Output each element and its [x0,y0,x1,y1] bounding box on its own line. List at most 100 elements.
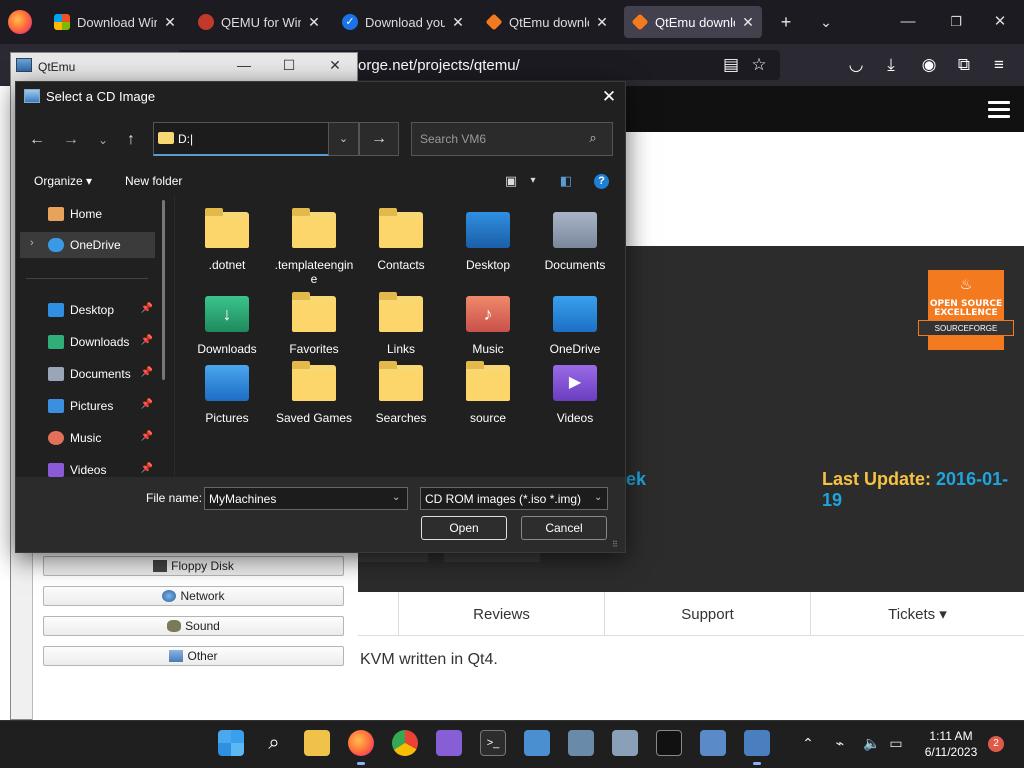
downloads-icon[interactable]: ⤓ [880,54,902,76]
firefox-menu-icon[interactable] [8,10,32,34]
cancel-button[interactable]: Cancel [521,516,607,540]
browser-tab-5-active[interactable]: QtEmu downloa ✕ [624,6,762,38]
tab-close-icon[interactable]: ✕ [308,14,320,31]
nav-item-desktop[interactable]: Desktop 📌 [20,297,155,323]
extensions-icon[interactable]: ⧉ [953,54,975,76]
qtemu-close-icon[interactable]: ✕ [325,57,345,73]
restore-icon[interactable]: ❐ [944,12,968,32]
qtemu-maximize-icon[interactable]: ☐ [279,57,299,73]
tab-close-icon[interactable]: ✕ [742,14,754,31]
file-item-searches[interactable]: Searches [361,361,441,445]
file-name-input[interactable]: MyMachines [204,487,408,510]
address-text[interactable]: D:| [178,132,193,146]
pin-icon[interactable]: 📌 [141,367,153,378]
speaker-tray-icon[interactable]: 🔈 [862,733,882,753]
remote-desktop-icon[interactable] [568,730,594,756]
chrome-icon[interactable] [392,730,418,756]
browser-tab-1[interactable]: Download Wind ✕ [46,6,184,38]
tab-reviews[interactable]: Reviews [398,592,604,636]
qtemu-minimize-icon[interactable]: — [234,57,254,73]
file-item-favorites[interactable]: Favorites [274,292,354,376]
url-text[interactable]: orge.net/projects/qtemu/ [358,57,520,74]
close-window-icon[interactable]: ✕ [988,12,1012,32]
file-item-dotnet[interactable]: .dotnet [187,208,267,292]
browser-tab-3[interactable]: ✓ Download your ✕ [334,6,472,38]
organize-button[interactable]: Organize ▾ [34,174,92,188]
tab-support[interactable]: Support [604,592,810,636]
file-item-music[interactable]: ♪ Music [448,296,528,376]
reader-view-icon[interactable]: ▤ [720,54,742,76]
file-item-onedrive[interactable]: OneDrive [535,296,615,376]
file-type-dropdown-icon[interactable]: ⌄ [594,492,602,503]
file-item-contacts[interactable]: Contacts [361,208,441,292]
search-input[interactable]: Search VM6 [411,122,613,156]
nav-pane-scrollbar[interactable] [162,200,165,380]
file-item-downloads[interactable]: ↓ Downloads [187,296,267,376]
network-button[interactable]: Network [43,586,344,606]
performance-monitor-icon[interactable] [700,730,726,756]
file-item-videos[interactable]: ▶ Videos [535,365,615,445]
file-item-desktop[interactable]: Desktop [448,212,528,292]
file-type-select[interactable]: CD ROM images (*.iso *.img) [420,487,608,510]
start-menu-icon[interactable] [218,730,244,756]
address-dropdown-icon[interactable]: ⌄ [329,122,359,156]
browser-tab-2[interactable]: QEMU for Windo ✕ [190,6,328,38]
file-item-saved-games[interactable]: Saved Games [274,361,354,445]
help-icon[interactable]: ? [594,174,609,189]
back-arrow-icon[interactable]: ← [26,129,48,151]
search-taskbar-icon[interactable]: ⌕ [261,730,287,756]
tray-overflow-chevron-icon[interactable]: ⌃ [798,733,818,753]
battery-icon[interactable]: ▭ [886,733,906,753]
author-link-fragment[interactable]: ek [626,469,646,490]
view-options-icon[interactable]: ▣ [502,172,520,190]
bookmark-star-icon[interactable]: ☆ [748,54,770,76]
tab-close-icon[interactable]: ✕ [164,14,176,31]
view-dropdown-icon[interactable]: ▾ [524,172,542,190]
nav-item-onedrive[interactable]: › OneDrive [20,232,155,258]
pin-icon[interactable]: 📌 [141,463,153,474]
up-arrow-icon[interactable]: ↑ [120,129,142,151]
pin-icon[interactable]: 📌 [141,431,153,442]
taskbar-clock[interactable]: 1:11 AM 6/11/2023 [918,728,984,760]
firefox-taskbar-icon[interactable] [348,730,374,765]
nav-item-home[interactable]: Home [20,201,155,227]
nav-item-pictures[interactable]: Pictures 📌 [20,393,155,419]
nav-item-downloads[interactable]: Downloads 📌 [20,329,155,355]
floppy-disk-button[interactable]: Floppy Disk [43,556,344,576]
file-explorer-icon[interactable] [304,730,330,756]
new-tab-icon[interactable]: + [776,12,796,32]
sound-button[interactable]: Sound [43,616,344,636]
go-arrow-icon[interactable]: → [359,122,399,156]
console-icon[interactable] [656,730,682,756]
hamburger-menu-icon[interactable] [988,101,1010,119]
new-folder-button[interactable]: New folder [125,174,182,188]
tab-tickets[interactable]: Tickets ▾ [810,592,1024,636]
file-item-templateengine[interactable]: .templateengine [274,208,354,292]
notification-badge[interactable]: 2 [988,736,1004,752]
file-item-documents[interactable]: Documents [535,212,615,292]
file-item-source[interactable]: source [448,361,528,445]
recent-locations-chevron-icon[interactable]: ⌄ [92,129,114,151]
resize-grip-icon[interactable]: ⠿ [612,540,618,549]
pocket-icon[interactable]: ◡ [845,54,867,76]
dialog-close-icon[interactable]: ✕ [598,86,620,108]
other-button[interactable]: Other [43,646,344,666]
computer-management-icon[interactable] [612,730,638,756]
file-item-links[interactable]: Links [361,292,441,376]
preview-pane-icon[interactable]: ◧ [557,172,575,190]
file-name-dropdown-icon[interactable]: ⌄ [392,492,400,503]
tab-list-chevron-icon[interactable]: ⌄ [816,12,836,32]
pin-icon[interactable]: 📌 [141,399,153,410]
expand-chevron-icon[interactable]: › [30,237,34,249]
network-icon[interactable]: ⌁ [830,733,850,753]
account-icon[interactable]: ◉ [918,54,940,76]
app-menu-icon[interactable]: ≡ [988,54,1010,76]
nav-item-documents[interactable]: Documents 📌 [20,361,155,387]
open-button[interactable]: Open [421,516,507,540]
browser-tab-4[interactable]: QtEmu downloa ✕ [478,6,616,38]
qtemu-taskbar-icon[interactable] [744,730,770,765]
pin-icon[interactable]: 📌 [141,335,153,346]
minimize-icon[interactable]: — [896,12,920,32]
forward-arrow-icon[interactable]: → [60,129,82,151]
file-item-pictures[interactable]: Pictures [187,365,267,445]
